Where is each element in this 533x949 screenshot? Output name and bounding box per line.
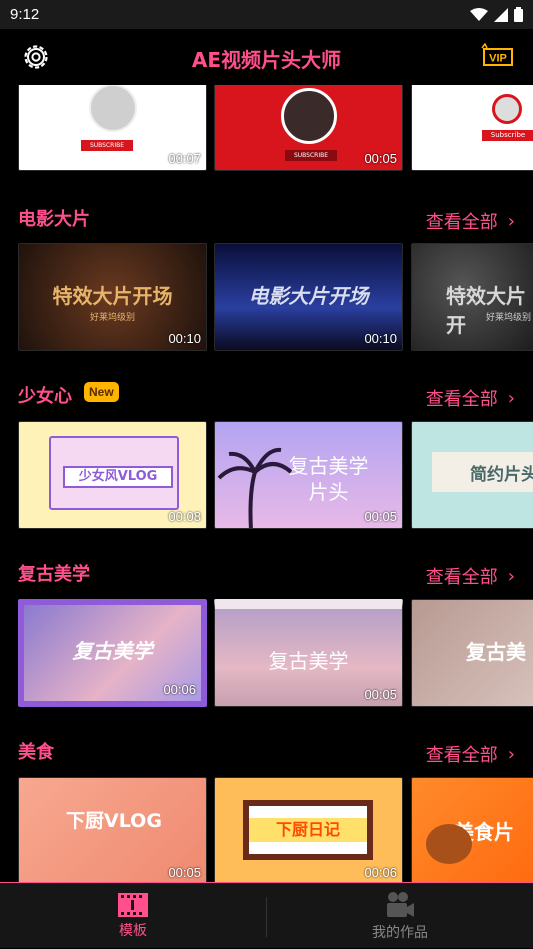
app-title: AE视频片头大师 xyxy=(191,48,342,72)
section-title: 复古美学 xyxy=(18,564,90,585)
duration-label: 00:05 xyxy=(364,151,397,166)
thumb-caption: 复古美 xyxy=(466,640,526,664)
template-list[interactable]: SUBSCRIBE 00:07 SUBSCRIBE 00:05 Subscrib… xyxy=(0,85,533,882)
subscribe-badge: Subscribe xyxy=(482,130,533,141)
section-header-food: 美食 查看全部 › xyxy=(0,735,533,767)
video-camera-icon xyxy=(387,891,414,917)
duration-label: 00:06 xyxy=(364,865,397,880)
thumb-caption: 电影大片开场 xyxy=(248,284,369,308)
thumb-caption: 复古美学 xyxy=(268,649,349,673)
template-thumb[interactable]: SUBSCRIBE 00:05 xyxy=(214,85,403,171)
subscribe-badge: SUBSCRIBE xyxy=(285,150,337,161)
new-badge: New xyxy=(84,382,119,402)
template-thumb[interactable]: 电影大片开场 00:10 xyxy=(214,243,403,351)
section-row-girly: 少女风VLOG 00:08 复古美学 片头 00:05 简约片头 xyxy=(0,421,533,529)
duration-label: 00:10 xyxy=(364,331,397,346)
section-row-food: 下厨VLOG 00:05 下厨日记 00:06 美食片 xyxy=(0,777,533,882)
duration-label: 00:07 xyxy=(168,151,201,166)
duration-label: 00:05 xyxy=(364,509,397,524)
section-title: 美食 xyxy=(18,742,54,763)
section-header-retro: 复古美学 查看全部 › xyxy=(0,557,533,589)
section-title: 电影大片 xyxy=(18,209,90,230)
section-title: 少女心 xyxy=(18,386,72,407)
chevron-right-icon: › xyxy=(507,210,515,232)
section-row-retro: 复古美学 00:06 复古美学 00:05 复古美 xyxy=(0,599,533,707)
avatar xyxy=(281,88,337,144)
chevron-right-icon: › xyxy=(507,565,515,587)
thumb-caption: 少女风VLOG xyxy=(63,466,173,488)
template-thumb[interactable]: 特效大片开场 好莱坞级别 00:10 xyxy=(18,243,207,351)
subscribe-badge: SUBSCRIBE xyxy=(81,140,133,151)
status-bar: 9:12 xyxy=(0,0,533,29)
duration-label: 00:05 xyxy=(168,865,201,880)
vip-label: VIP xyxy=(489,53,507,65)
duration-label: 00:05 xyxy=(364,687,397,702)
view-all-link[interactable]: 查看全部 › xyxy=(426,563,515,589)
tab-templates[interactable]: 模板 xyxy=(0,883,266,949)
palm-tree-icon xyxy=(217,447,293,528)
template-thumb[interactable]: 复古美学 00:05 xyxy=(214,599,403,707)
template-thumb[interactable]: 美食片 xyxy=(411,777,533,882)
tab-label: 模板 xyxy=(119,922,147,939)
template-thumb[interactable]: 特效大片开 好莱坞级别 xyxy=(411,243,533,351)
template-thumb[interactable]: 复古美学 00:06 xyxy=(18,599,207,707)
tab-label: 我的作品 xyxy=(372,924,428,941)
duration-label: 00:06 xyxy=(163,682,196,697)
thumb-caption: 下厨VLOG xyxy=(66,810,162,832)
top-row: SUBSCRIBE 00:07 SUBSCRIBE 00:05 Subscrib… xyxy=(0,85,533,193)
template-thumb[interactable]: 复古美学 片头 00:05 xyxy=(214,421,403,529)
thumb-subcaption: 好莱坞级别 xyxy=(89,313,135,323)
view-all-label: 查看全部 xyxy=(425,567,498,588)
view-all-label: 查看全部 xyxy=(425,389,498,410)
status-time: 9:12 xyxy=(10,6,40,23)
template-thumb[interactable]: 下厨日记 00:06 xyxy=(214,777,403,882)
view-all-link[interactable]: 查看全部 › xyxy=(426,208,515,234)
duration-label: 00:08 xyxy=(168,509,201,524)
film-icon xyxy=(118,892,148,917)
duration-label: 00:10 xyxy=(168,331,201,346)
chevron-right-icon: › xyxy=(507,743,515,765)
template-thumb[interactable]: 简约片头 xyxy=(411,421,533,529)
section-header-movie: 电影大片 查看全部 › xyxy=(0,202,533,234)
thumb-caption: 简约片头 xyxy=(470,465,533,485)
thumb-subcaption: 好莱坞级别 xyxy=(486,313,532,323)
template-thumb[interactable]: 复古美 xyxy=(411,599,533,707)
template-thumb[interactable]: Subscribe xyxy=(411,85,533,171)
template-thumb[interactable]: 少女风VLOG 00:08 xyxy=(18,421,207,529)
template-thumb[interactable]: SUBSCRIBE 00:07 xyxy=(18,85,207,171)
thumb-caption: 特效大片开 xyxy=(446,284,526,337)
food-image xyxy=(426,824,472,864)
battery-icon xyxy=(514,7,523,22)
wifi-icon xyxy=(470,7,488,21)
view-all-label: 查看全部 xyxy=(425,212,498,233)
view-all-label: 查看全部 xyxy=(425,745,498,766)
tab-my-works[interactable]: 我的作品 xyxy=(267,883,533,949)
thumb-caption: 复古美学 xyxy=(72,639,153,663)
thumb-caption: 下厨日记 xyxy=(249,818,367,842)
app-bar: AE视频片头大师 VIP xyxy=(0,29,533,85)
view-all-link[interactable]: 查看全部 › xyxy=(426,385,515,411)
section-row-movie: 特效大片开场 好莱坞级别 00:10 电影大片开场 00:10 特效大片开 好莱… xyxy=(0,243,533,351)
signal-icon xyxy=(494,7,508,22)
view-all-link[interactable]: 查看全部 › xyxy=(426,741,515,767)
avatar xyxy=(492,94,522,124)
thumb-caption: 特效大片开场 xyxy=(52,284,173,308)
vip-icon[interactable]: VIP xyxy=(481,43,515,69)
chevron-right-icon: › xyxy=(507,387,515,409)
section-header-girly: 少女心 New 查看全部 › xyxy=(0,379,533,411)
avatar xyxy=(89,85,137,132)
template-thumb[interactable]: 下厨VLOG 00:05 xyxy=(18,777,207,882)
bottom-nav: 模板 我的作品 xyxy=(0,882,533,948)
